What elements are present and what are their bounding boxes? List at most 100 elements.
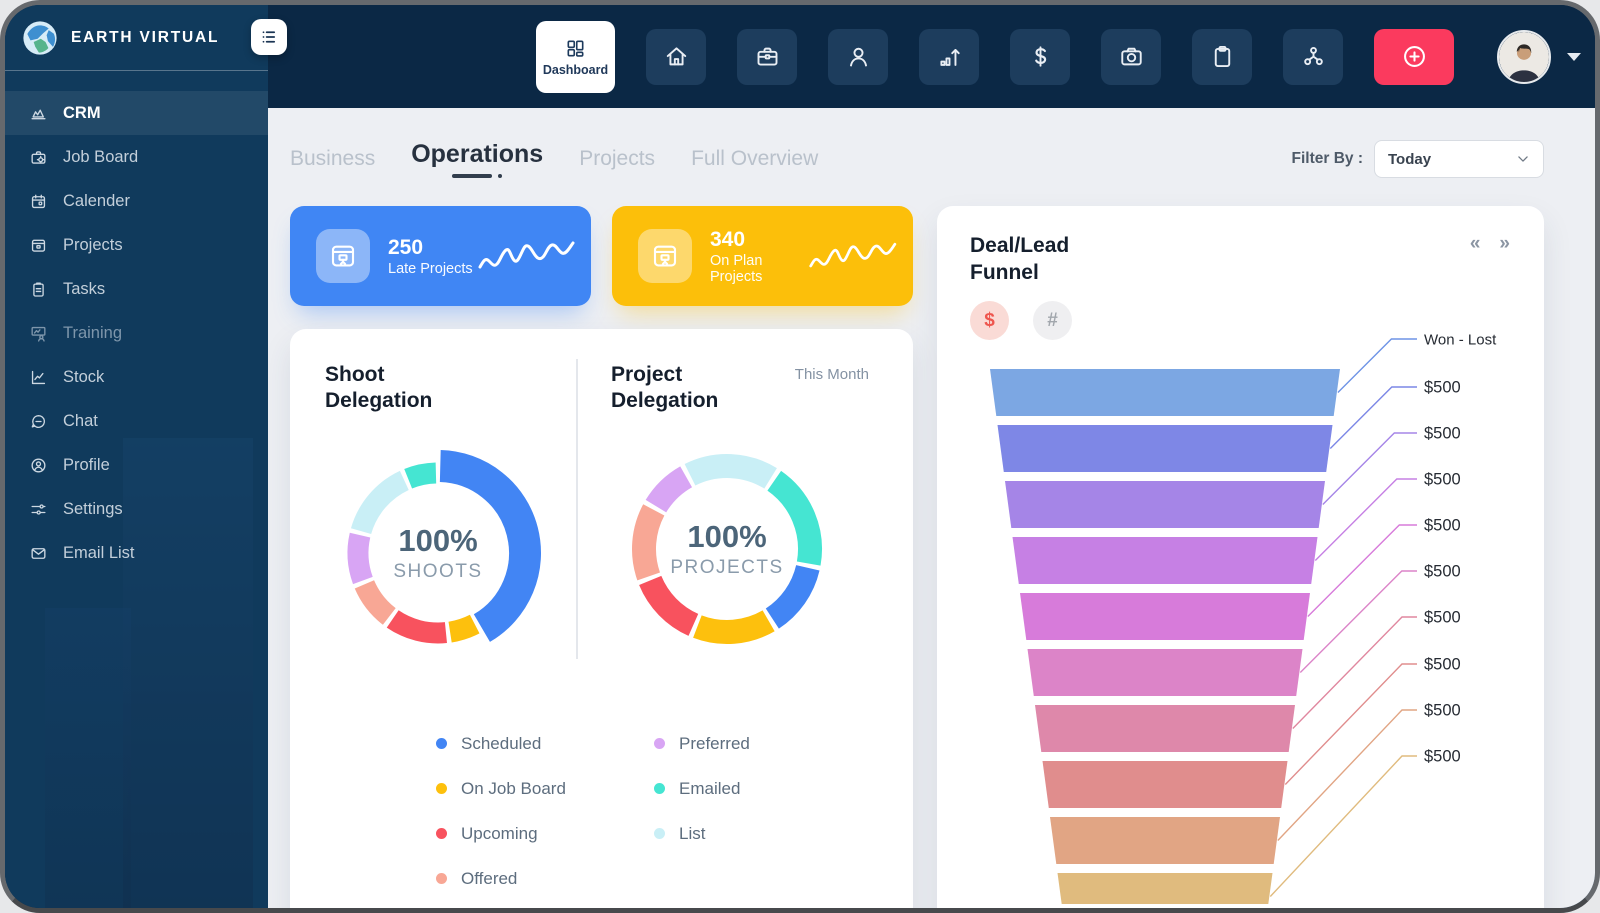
project-board-icon [650, 241, 680, 271]
active-tab-underline [411, 174, 543, 179]
project-delegation-donut: 100% PROJECTS [621, 443, 833, 655]
projects-icon [29, 236, 48, 255]
filter-group: Filter By : Today [1292, 140, 1544, 178]
nav-button-clipboard[interactable] [1192, 29, 1252, 85]
nav-dashboard-button[interactable]: Dashboard [536, 21, 615, 93]
tabs-row: Business Operations Projects Full Overvi… [290, 134, 1544, 184]
dashboard-grid-icon [564, 37, 587, 60]
project-donut-chart [621, 443, 833, 655]
legend-label: Scheduled [461, 734, 541, 754]
donut-segment-offered [364, 584, 389, 616]
legend-dot [436, 873, 447, 884]
funnel-stage-value: $500 [1424, 379, 1461, 397]
tab-full-overview[interactable]: Full Overview [691, 147, 818, 171]
chat-icon [29, 412, 48, 431]
tabs: Business Operations Projects Full Overvi… [290, 140, 818, 179]
calendar-icon [29, 192, 48, 211]
tab-business[interactable]: Business [290, 147, 375, 171]
job-board-icon [29, 148, 48, 167]
funnel-stage-value: $500 [1424, 471, 1461, 489]
profile-icon [29, 456, 48, 475]
menu-list-icon [259, 27, 279, 47]
filter-value: Today [1388, 151, 1431, 168]
sidebar-item-training[interactable]: Training [5, 311, 268, 355]
brand-name: EARTH VIRTUAL [71, 29, 219, 47]
legend-dot [654, 783, 665, 794]
filter-select[interactable]: Today [1374, 140, 1544, 178]
shoot-donut-chart [332, 447, 544, 659]
dashboard-label: Dashboard [543, 63, 608, 77]
legend-label: Emailed [679, 779, 740, 799]
tab-projects[interactable]: Projects [579, 147, 655, 171]
donut-segment-list [361, 480, 404, 531]
user-avatar[interactable] [1497, 30, 1551, 84]
sparkline [808, 234, 899, 278]
stat-icon-chip [638, 229, 692, 283]
funnel-stage-10 [1058, 873, 1273, 904]
stat-card: 250 Late Projects [290, 206, 591, 306]
sidebar-item-stock[interactable]: Stock [5, 355, 268, 399]
funnel-stage-value: $500 [1424, 425, 1461, 443]
chart-bars-icon [936, 43, 963, 70]
email-icon [29, 544, 48, 563]
donut-segment-scheduled [772, 568, 808, 619]
top-toolbar: Dashboard [268, 5, 1595, 108]
legend-dot [654, 828, 665, 839]
donut-segment-offered [644, 510, 654, 577]
nav-button-chart-bars[interactable] [919, 29, 979, 85]
delegation-legend: Scheduled On Job Board Upcoming Offered … [436, 721, 872, 901]
donut-segment-scheduled [440, 466, 525, 628]
funnel-leader-line [1300, 571, 1417, 673]
chevron-down-icon [1516, 152, 1530, 166]
funnel-leader-line [1315, 479, 1417, 561]
sidebar-item-crm[interactable]: CRM [5, 91, 268, 135]
donut-segment-upcoming [650, 580, 693, 624]
stat-value: 340 [710, 227, 808, 253]
building-background [45, 608, 131, 908]
legend-dot [436, 783, 447, 794]
funnel-pager: « » [1470, 233, 1510, 255]
sidebar-item-email-list[interactable]: Email List [5, 531, 268, 575]
funnel-stage-9 [1050, 817, 1280, 864]
sidebar-item-job-board[interactable]: Job Board [5, 135, 268, 179]
nav-button-camera[interactable] [1101, 29, 1161, 85]
tab-operations[interactable]: Operations [411, 140, 543, 179]
crm-icon [29, 104, 48, 123]
nav-button-briefcase[interactable] [737, 29, 797, 85]
sidebar-item-calender[interactable]: Calender [5, 179, 268, 223]
project-delegation-title: Project Delegation [611, 362, 761, 415]
avatar-photo [1499, 32, 1549, 82]
sidebar-item-tasks[interactable]: Tasks [5, 267, 268, 311]
nav-button-home[interactable] [646, 29, 706, 85]
add-button[interactable] [1374, 29, 1454, 85]
legend-item: Preferred [654, 721, 872, 766]
filter-label: Filter By : [1292, 150, 1363, 168]
profile-caret-icon[interactable] [1567, 53, 1581, 61]
funnel-stage-value: $500 [1424, 563, 1461, 581]
plus-circle-icon [1400, 42, 1429, 71]
stat-label: On Plan Projects [710, 253, 808, 285]
left-column: 250 Late Projects 340 On Plan Projects S… [290, 206, 913, 908]
sidebar-item-settings[interactable]: Settings [5, 487, 268, 531]
prev-arrow[interactable]: « [1470, 233, 1481, 255]
funnel-stage-value: $500 [1424, 702, 1461, 720]
shoot-delegation-title: Shoot Delegation [325, 362, 475, 415]
sidebar-item-profile[interactable]: Profile [5, 443, 268, 487]
nav-button-user[interactable] [828, 29, 888, 85]
funnel-leader-line [1323, 433, 1417, 505]
funnel-stage-value: $500 [1424, 517, 1461, 535]
legend-label: Preferred [679, 734, 750, 754]
funnel-stage-1 [990, 369, 1340, 416]
donut-segment-emailed [408, 473, 436, 479]
settings-icon [29, 500, 48, 519]
sparkline [477, 234, 577, 278]
next-arrow[interactable]: » [1499, 233, 1510, 255]
funnel-stage-3 [1005, 481, 1325, 528]
nav-button-team[interactable] [1283, 29, 1343, 85]
nav-button-dollar[interactable] [1010, 29, 1070, 85]
menu-toggle-button[interactable] [251, 19, 287, 55]
sidebar-item-chat[interactable]: Chat [5, 399, 268, 443]
period-label: This Month [795, 366, 869, 383]
funnel-series-label: Won - Lost [1424, 332, 1497, 349]
sidebar-item-projects[interactable]: Projects [5, 223, 268, 267]
